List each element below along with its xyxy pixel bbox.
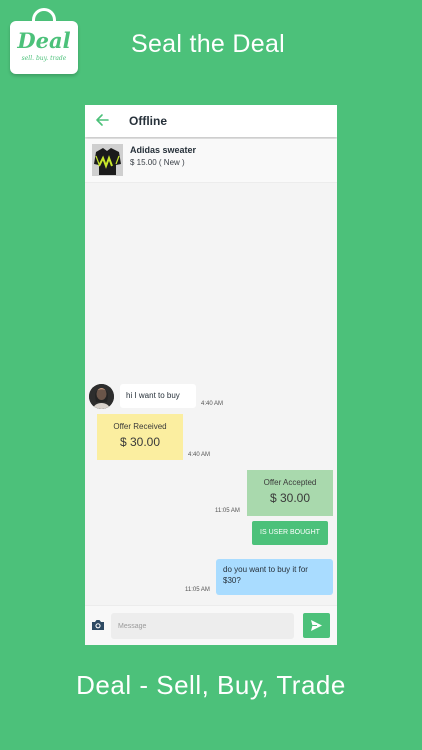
offer-accepted-amount: $ 30.00	[269, 491, 311, 505]
offer-accepted-label: Offer Accepted	[263, 478, 317, 487]
offer-received-card: Offer Received $ 30.00	[97, 414, 183, 460]
camera-icon[interactable]	[91, 619, 105, 631]
offer-received-amount: $ 30.00	[119, 435, 161, 449]
send-button[interactable]	[303, 613, 330, 638]
message-time: 4:40 AM	[188, 452, 211, 458]
incoming-message: hi I want to buy	[120, 384, 196, 408]
product-header[interactable]: Adidas sweater $ 15.00 ( New )	[85, 139, 337, 183]
message-composer	[85, 605, 337, 645]
logo-tagline: sell. buy. trade	[21, 55, 67, 62]
outgoing-message: do you want to buy it for $30?	[216, 559, 333, 595]
message-time: 4:40 AM	[201, 401, 224, 407]
message-time: 11:05 AM	[215, 508, 240, 514]
app-logo: Deal sell. buy. trade	[10, 8, 78, 74]
message-input[interactable]	[111, 613, 294, 639]
offer-received-label: Offer Received	[113, 422, 167, 431]
logo-word: Deal	[17, 28, 71, 53]
product-thumbnail	[92, 144, 123, 176]
app-bar: Offline	[85, 105, 337, 137]
chat-screen: Offline Adidas sweater $ 15.00 ( New ) h…	[85, 105, 337, 645]
connection-status: Offline	[129, 114, 167, 128]
footer-title: Deal - Sell, Buy, Trade	[76, 670, 346, 700]
avatar	[89, 384, 114, 409]
offer-accepted-card: Offer Accepted $ 30.00	[247, 470, 333, 516]
send-icon	[311, 620, 322, 631]
headline: Seal the Deal	[131, 30, 285, 58]
message-time: 11:05 AM	[185, 587, 210, 593]
product-price: $ 15.00 ( New )	[130, 158, 185, 167]
product-name: Adidas sweater	[130, 145, 197, 155]
is-user-bought-button[interactable]: IS USER BOUGHT	[252, 521, 328, 545]
arrow-left-icon[interactable]	[95, 113, 109, 127]
